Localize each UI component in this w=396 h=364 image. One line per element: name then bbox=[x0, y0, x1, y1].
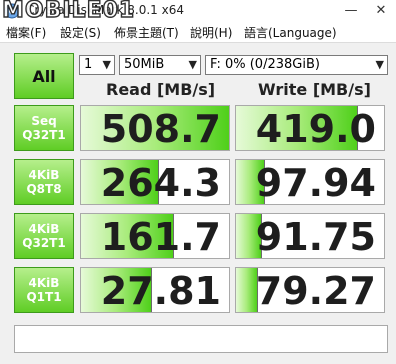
menu-language[interactable]: 語言(Language) bbox=[244, 24, 337, 41]
chevron-down-icon: ▼ bbox=[102, 58, 111, 71]
read-result-4kib-q32t1: 161.7 bbox=[80, 213, 230, 259]
test-label-line1: 4KiB bbox=[28, 168, 60, 182]
write-value: 91.75 bbox=[255, 215, 376, 259]
4kib-q1t1-button[interactable]: 4KiB Q1T1 bbox=[14, 267, 74, 313]
menu-theme[interactable]: 佈景主題(T) bbox=[114, 24, 179, 41]
write-value: 97.94 bbox=[255, 161, 376, 205]
menu-settings[interactable]: 設定(S) bbox=[60, 24, 101, 41]
minimize-button[interactable]: — bbox=[336, 0, 366, 22]
test-label-line2: Q32T1 bbox=[22, 128, 66, 142]
write-result-seq-q32t1: 419.0 bbox=[235, 105, 385, 151]
drive-value: F: 0% (0/238GiB) bbox=[210, 57, 320, 72]
test-label-line1: 4KiB bbox=[28, 276, 60, 290]
chevron-down-icon: ▼ bbox=[375, 58, 384, 71]
read-value: 508.7 bbox=[100, 107, 221, 151]
read-column-header: Read [MB/s] bbox=[106, 80, 216, 99]
test-size-select[interactable]: 50MiB ▼ bbox=[119, 55, 201, 75]
write-bar bbox=[236, 268, 257, 312]
test-count-value: 1 bbox=[84, 57, 93, 72]
write-value: 419.0 bbox=[255, 107, 376, 151]
read-result-seq-q32t1: 508.7 bbox=[80, 105, 230, 151]
comment-field[interactable] bbox=[14, 325, 388, 353]
read-value: 161.7 bbox=[100, 215, 221, 259]
write-result-4kib-q32t1: 91.75 bbox=[235, 213, 385, 259]
window-title: CrystalDiskMark 8.0.1 x64 bbox=[26, 3, 184, 17]
menu-bar: 檔案(F) 設定(S) 佈景主題(T) 說明(H) 語言(Language) bbox=[0, 22, 396, 43]
write-result-4kib-q8t8: 97.94 bbox=[235, 159, 385, 205]
test-label-line2: Q8T8 bbox=[26, 182, 62, 196]
test-label-line1: Seq bbox=[31, 114, 57, 128]
write-column-header: Write [MB/s] bbox=[258, 80, 371, 99]
write-result-4kib-q1t1: 79.27 bbox=[235, 267, 385, 313]
close-button[interactable]: ✕ bbox=[366, 0, 396, 22]
chevron-down-icon: ▼ bbox=[188, 58, 197, 71]
read-value: 264.3 bbox=[100, 161, 221, 205]
title-bar: CrystalDiskMark 8.0.1 x64 MOBILE01 — ✕ bbox=[0, 0, 396, 24]
test-label-line1: 4KiB bbox=[28, 222, 60, 236]
test-size-value: 50MiB bbox=[124, 57, 165, 72]
menu-file[interactable]: 檔案(F) bbox=[6, 24, 46, 41]
write-value: 79.27 bbox=[255, 269, 376, 313]
menu-help[interactable]: 說明(H) bbox=[190, 24, 232, 41]
4kib-q32t1-button[interactable]: 4KiB Q32T1 bbox=[14, 213, 74, 259]
drive-select[interactable]: F: 0% (0/238GiB) ▼ bbox=[205, 55, 388, 75]
test-count-select[interactable]: 1 ▼ bbox=[79, 55, 115, 75]
all-button[interactable]: All bbox=[14, 53, 74, 99]
read-result-4kib-q1t1: 27.81 bbox=[80, 267, 230, 313]
app-icon bbox=[4, 3, 20, 19]
read-result-4kib-q8t8: 264.3 bbox=[80, 159, 230, 205]
seq-q32t1-button[interactable]: Seq Q32T1 bbox=[14, 105, 74, 151]
test-label-line2: Q1T1 bbox=[26, 290, 62, 304]
test-label-line2: Q32T1 bbox=[22, 236, 66, 250]
read-value: 27.81 bbox=[100, 269, 221, 313]
4kib-q8t8-button[interactable]: 4KiB Q8T8 bbox=[14, 159, 74, 205]
